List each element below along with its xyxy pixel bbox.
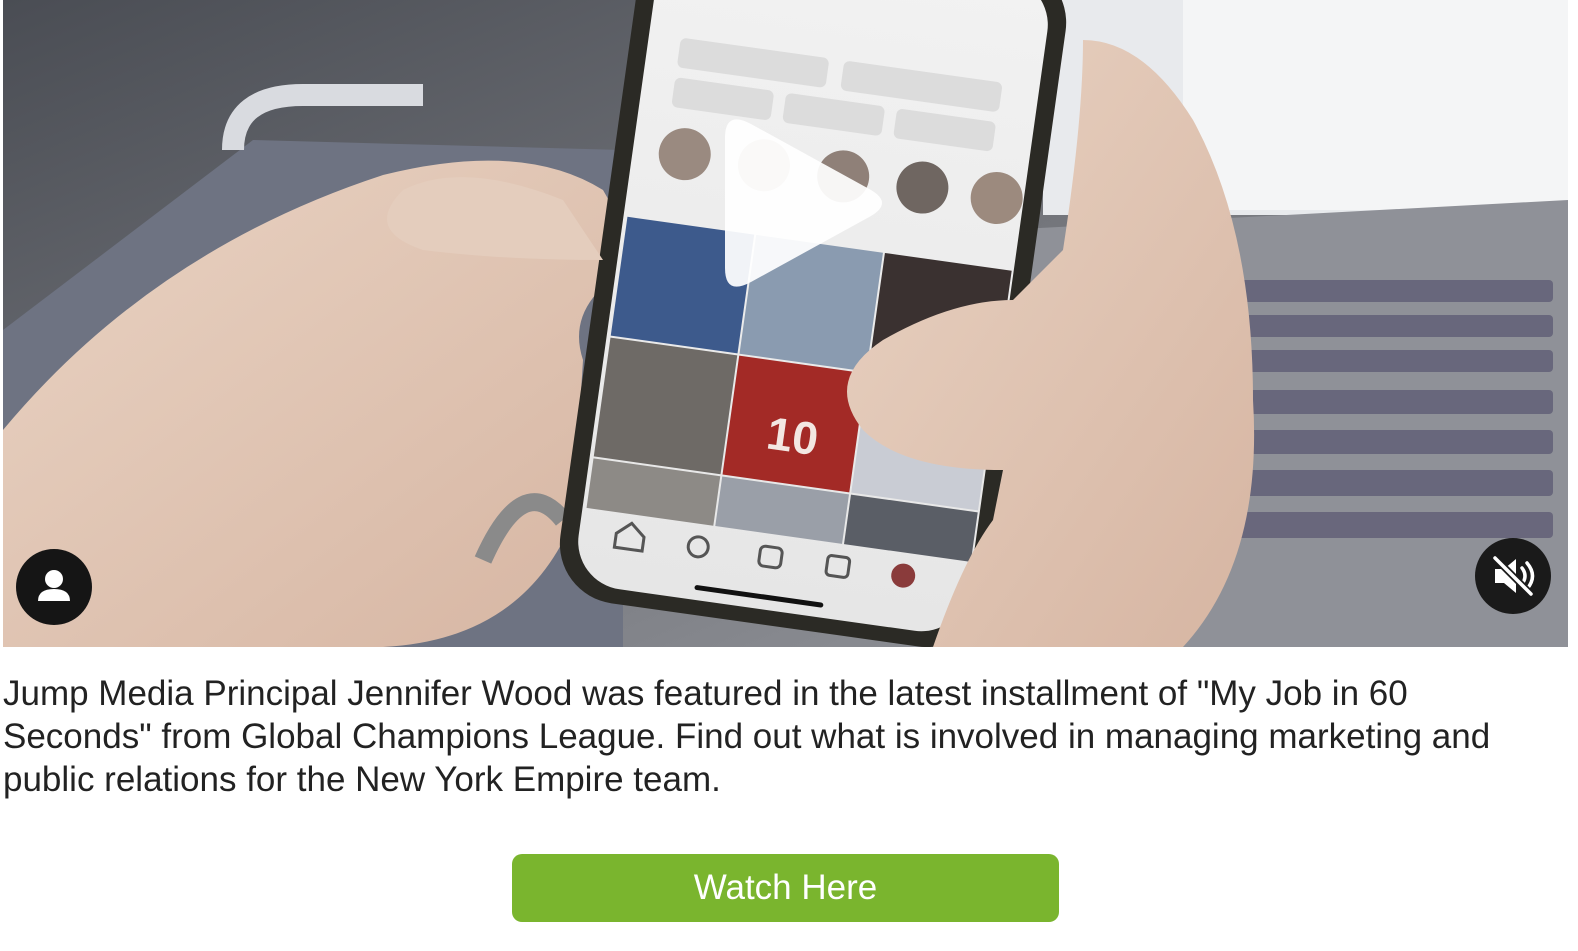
svg-text:10: 10 [764, 407, 822, 466]
play-button[interactable] [703, 108, 893, 298]
article-caption: Jump Media Principal Jennifer Wood was f… [3, 674, 1491, 799]
user-icon [38, 570, 70, 601]
video-player[interactable]: 10 [3, 0, 1568, 647]
video-thumbnail: 10 [3, 0, 1568, 647]
mute-button[interactable] [1475, 538, 1551, 614]
play-icon [725, 119, 882, 287]
watch-here-button[interactable]: Watch Here [512, 854, 1059, 922]
speaker-muted-icon [1492, 555, 1535, 597]
email-content: 10 Jump Media Principal Jennifer Wood wa… [0, 0, 1578, 951]
avatar-button[interactable] [16, 549, 92, 625]
